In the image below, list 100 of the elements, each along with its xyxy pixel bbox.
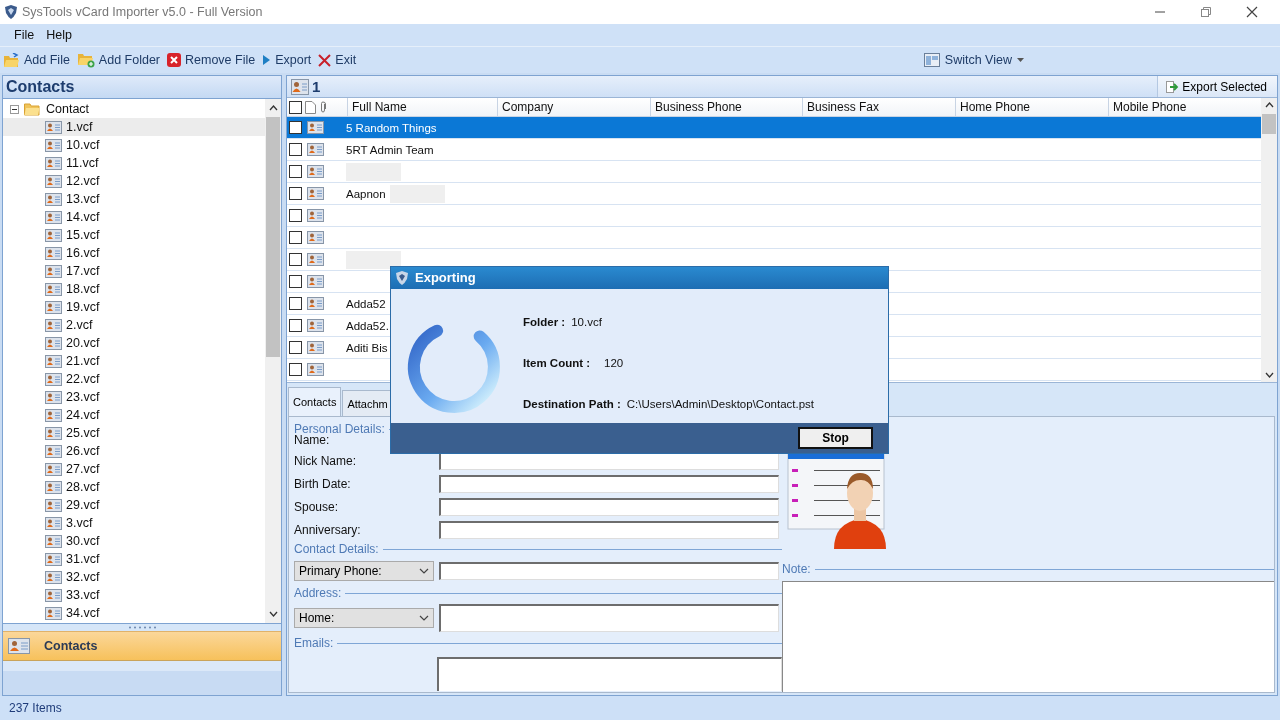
- export-selected-button[interactable]: Export Selected: [1157, 76, 1277, 97]
- toolbar-button[interactable]: Export: [261, 53, 316, 67]
- input-field[interactable]: [437, 657, 782, 691]
- tree-item[interactable]: 14.vcf: [3, 208, 265, 226]
- tree-item[interactable]: 16.vcf: [3, 244, 265, 262]
- checkbox[interactable]: [289, 319, 302, 332]
- checkbox[interactable]: [289, 209, 302, 222]
- contacts-nav-button[interactable]: Contacts: [3, 631, 281, 661]
- field-label: Item Count :: [523, 356, 591, 369]
- window-title: SysTools vCard Importer v5.0 - Full Version: [22, 5, 263, 19]
- toolbar-button[interactable]: Add Folder: [75, 52, 164, 68]
- input-field[interactable]: [439, 604, 779, 632]
- tree-item[interactable]: Contact: [46, 102, 90, 116]
- table-row[interactable]: 5 Random Things: [287, 117, 1261, 139]
- tree-item[interactable]: 29.vcf: [3, 496, 265, 514]
- column-header[interactable]: Full Name: [347, 98, 497, 116]
- checkbox[interactable]: [289, 100, 302, 114]
- contact-card-icon: [45, 552, 62, 566]
- tree-item[interactable]: 28.vcf: [3, 478, 265, 496]
- tree-item[interactable]: 21.vcf: [3, 352, 265, 370]
- scrollbar[interactable]: [1261, 98, 1277, 382]
- tree-item[interactable]: 15.vcf: [3, 226, 265, 244]
- tree-item[interactable]: 31.vcf: [3, 550, 265, 568]
- checkbox[interactable]: [289, 253, 302, 266]
- toolbar-button[interactable]: Remove File: [166, 53, 260, 67]
- tree-item[interactable]: 18.vcf: [3, 280, 265, 298]
- tree-item[interactable]: 30.vcf: [3, 532, 265, 550]
- scroll-up-icon[interactable]: [1264, 102, 1274, 108]
- address-dropdown[interactable]: Home:: [294, 608, 434, 628]
- switch-view-button[interactable]: Switch View: [922, 53, 1028, 67]
- contact-card-icon: [307, 253, 324, 266]
- contact-card-icon: [45, 318, 62, 332]
- collapse-icon[interactable]: [10, 104, 19, 114]
- tree-item[interactable]: 13.vcf: [3, 190, 265, 208]
- field-label: Spouse:: [294, 499, 340, 514]
- tree-item[interactable]: 20.vcf: [3, 334, 265, 352]
- tree-item[interactable]: 27.vcf: [3, 460, 265, 478]
- scroll-up-icon[interactable]: [268, 105, 278, 111]
- column-header[interactable]: Business Fax: [802, 98, 955, 116]
- checkbox[interactable]: [289, 341, 302, 354]
- contact-card-icon: [307, 121, 324, 134]
- table-row[interactable]: Aapnon: [287, 183, 1261, 205]
- checkbox[interactable]: [289, 297, 302, 310]
- tree-item[interactable]: 25.vcf: [3, 424, 265, 442]
- tree-item[interactable]: 10.vcf: [3, 136, 265, 154]
- tree-item[interactable]: 26.vcf: [3, 442, 265, 460]
- column-header[interactable]: Business Phone: [650, 98, 802, 116]
- contact-card-icon: [45, 156, 62, 170]
- contact-card-icon: [307, 275, 324, 288]
- scroll-thumb[interactable]: [266, 117, 280, 357]
- tree-item[interactable]: 12.vcf: [3, 172, 265, 190]
- section-label: Note:: [782, 562, 811, 576]
- note-field[interactable]: [782, 581, 1274, 692]
- tree-item[interactable]: 22.vcf: [3, 370, 265, 388]
- restore-icon[interactable]: [1200, 6, 1212, 18]
- tree-item[interactable]: 3.vcf: [3, 514, 265, 532]
- tree-item[interactable]: 24.vcf: [3, 406, 265, 424]
- checkbox[interactable]: [289, 187, 302, 200]
- toolbar-button[interactable]: Exit: [317, 53, 361, 67]
- scrollbar[interactable]: [265, 99, 281, 623]
- tab[interactable]: Attachm: [342, 390, 393, 416]
- contact-card-icon: [307, 363, 324, 376]
- splitter-grip-icon[interactable]: [127, 626, 157, 629]
- tree-item[interactable]: 17.vcf: [3, 262, 265, 280]
- chevron-icon: [419, 568, 429, 574]
- contact-card-icon: [307, 143, 324, 156]
- toolbar-button[interactable]: Add File: [2, 52, 74, 68]
- checkbox[interactable]: [289, 275, 302, 288]
- input-field[interactable]: [439, 520, 779, 539]
- tree-item[interactable]: 33.vcf: [3, 586, 265, 604]
- checkbox[interactable]: [289, 143, 302, 156]
- tab[interactable]: Contacts: [288, 387, 342, 416]
- contact-card-icon: [307, 165, 324, 178]
- tree-item[interactable]: 1.vcf: [3, 118, 265, 136]
- tree-item[interactable]: 19.vcf: [3, 298, 265, 316]
- column-header[interactable]: Company: [497, 98, 650, 116]
- column-header[interactable]: Home Phone: [955, 98, 1108, 116]
- tree-item[interactable]: 11.vcf: [3, 154, 265, 172]
- table-row[interactable]: 5RT Admin Team: [287, 139, 1261, 161]
- stop-button[interactable]: Stop: [798, 426, 873, 449]
- scroll-down-icon[interactable]: [1264, 372, 1274, 378]
- menu-item[interactable]: File: [14, 28, 35, 42]
- checkbox[interactable]: [289, 363, 302, 376]
- menu-item[interactable]: Help: [46, 28, 72, 42]
- tree-item[interactable]: 34.vcf: [3, 604, 265, 622]
- caret-icon: [1017, 58, 1024, 62]
- tree-item[interactable]: 2.vcf: [3, 316, 265, 334]
- tree-item[interactable]: 23.vcf: [3, 388, 265, 406]
- input-field[interactable]: [439, 474, 779, 493]
- checkbox[interactable]: [289, 165, 302, 178]
- input-field[interactable]: [439, 562, 779, 580]
- tree-item[interactable]: 32.vcf: [3, 568, 265, 586]
- checkbox[interactable]: [289, 231, 302, 244]
- phone-dropdown[interactable]: Primary Phone:: [294, 561, 434, 581]
- close-icon[interactable]: [1246, 6, 1258, 18]
- input-field[interactable]: [439, 497, 779, 516]
- scroll-down-icon[interactable]: [268, 611, 278, 617]
- contact-card-icon: [307, 341, 324, 354]
- checkbox[interactable]: [289, 121, 302, 134]
- scroll-thumb[interactable]: [1262, 114, 1276, 134]
